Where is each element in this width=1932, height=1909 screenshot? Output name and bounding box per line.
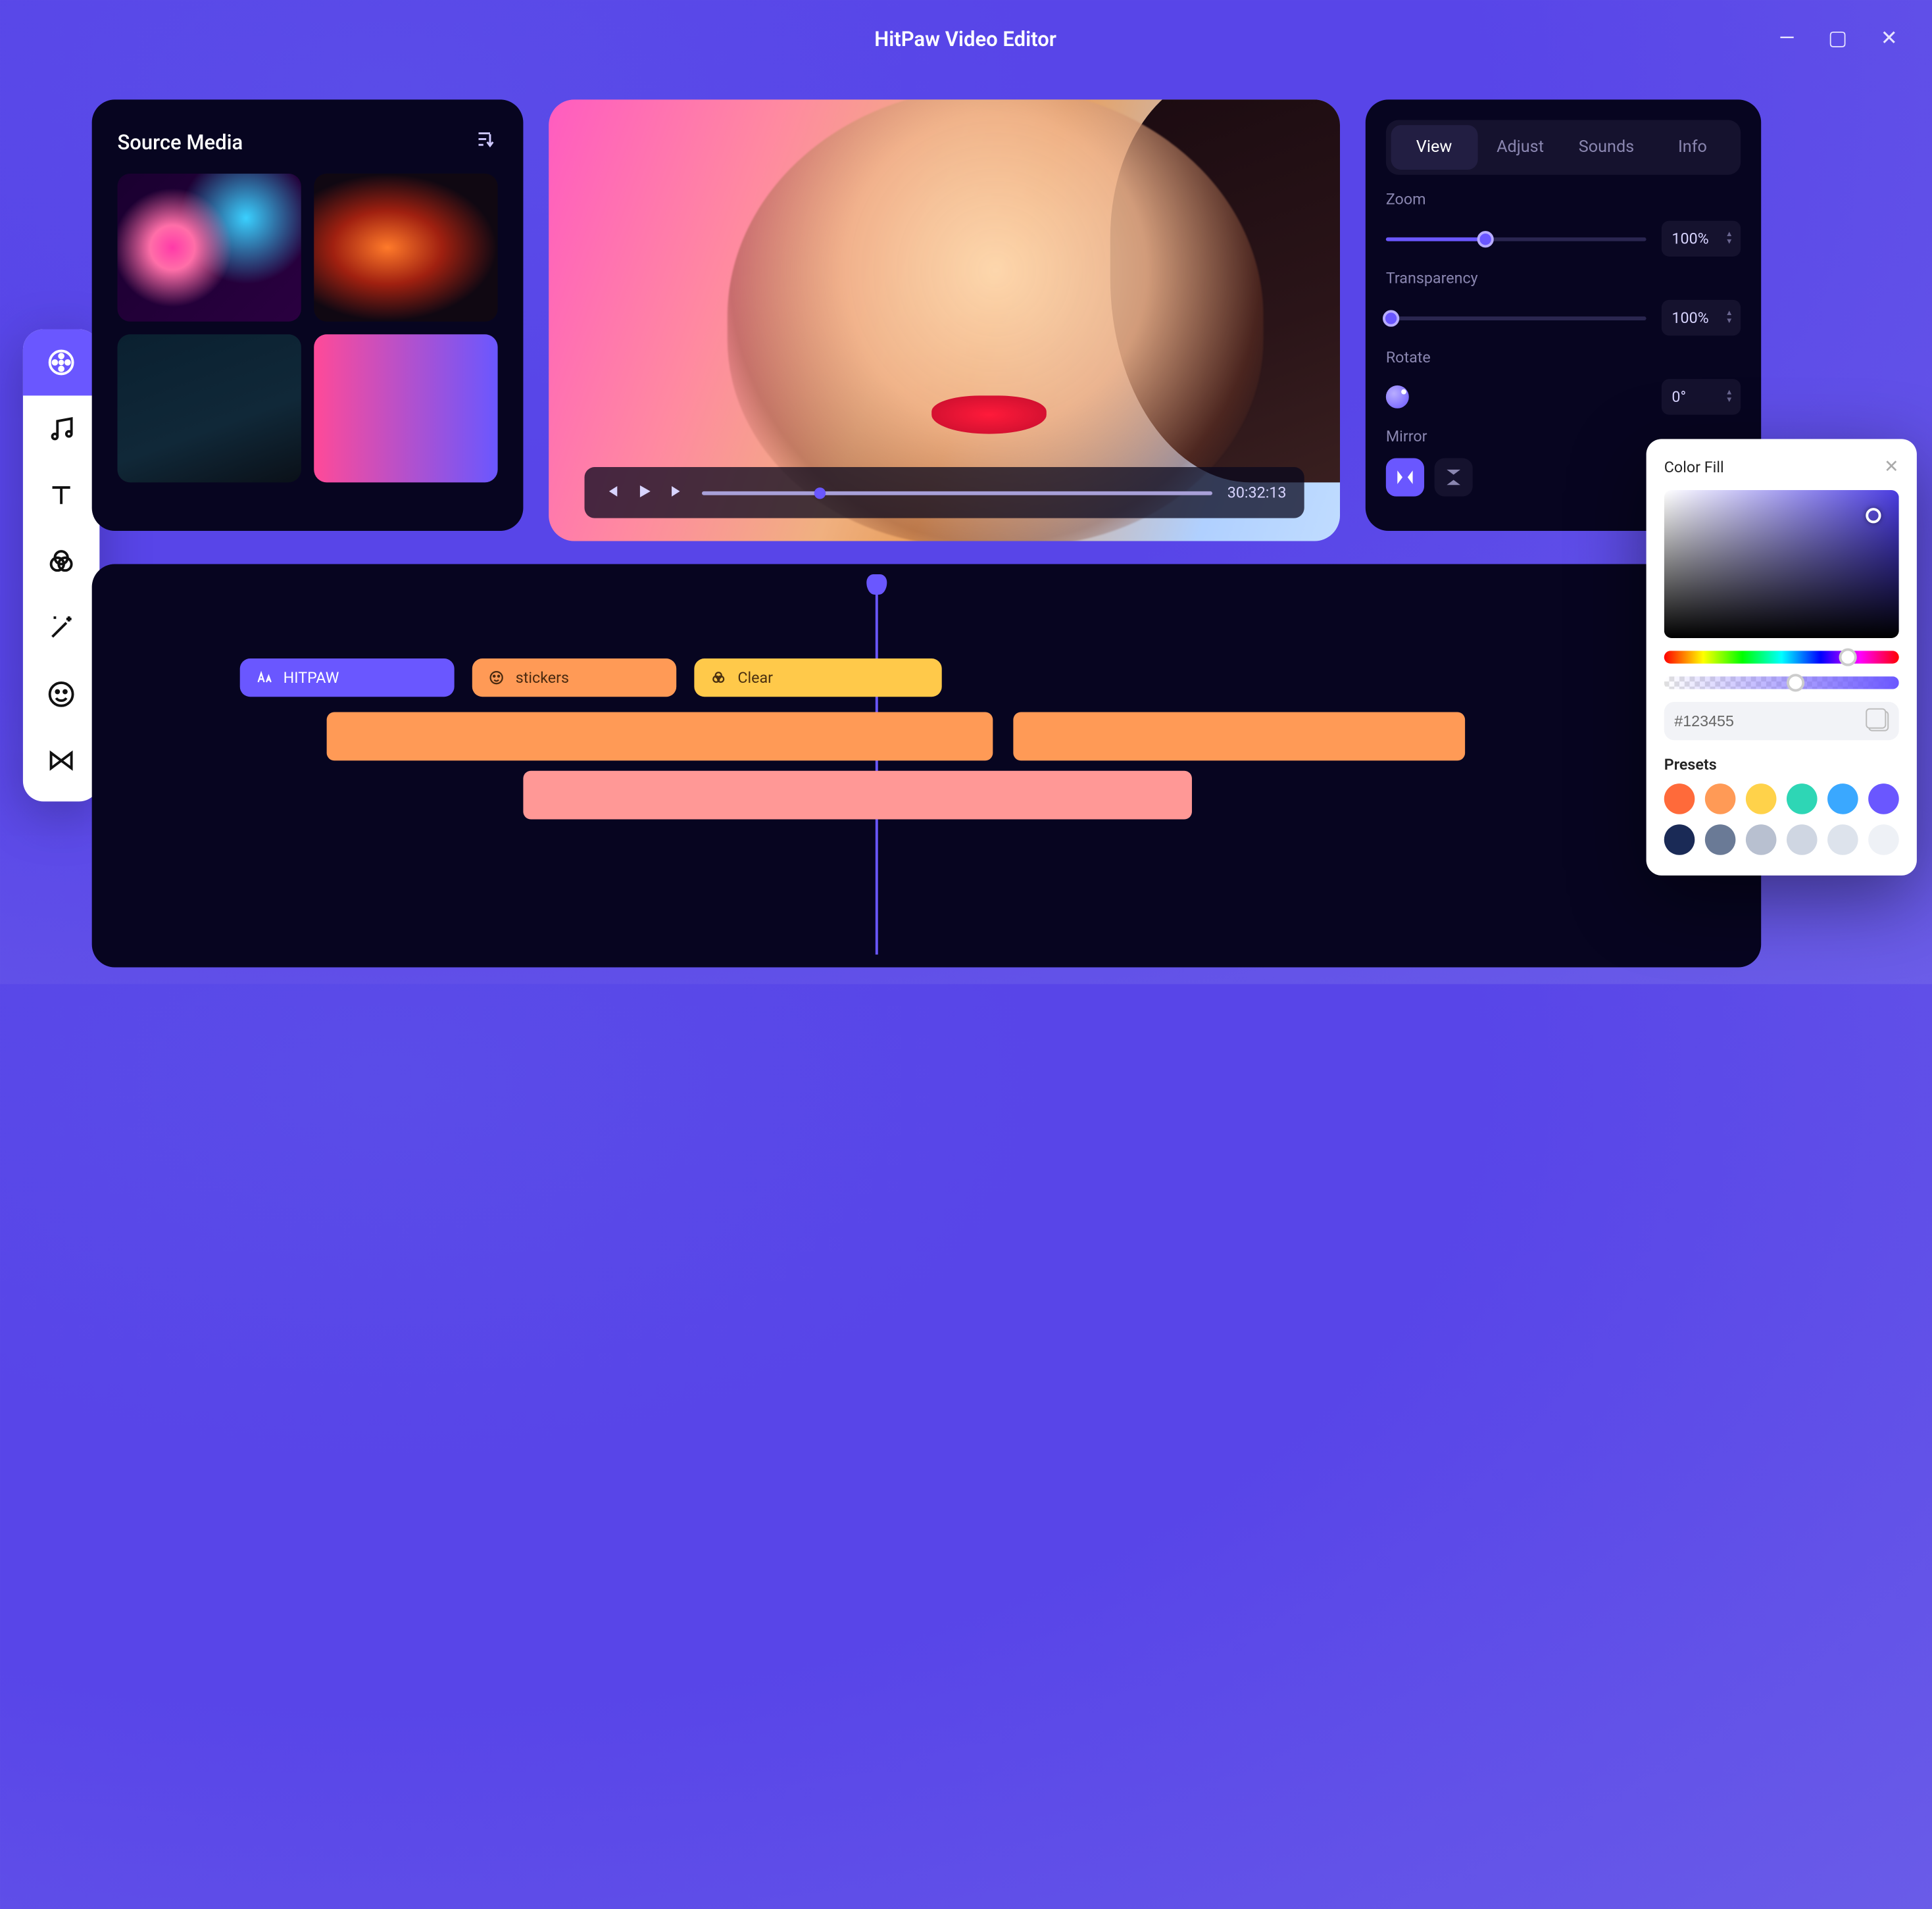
sidebar-stickers-button[interactable] <box>23 661 99 728</box>
zoom-label: Zoom <box>1386 190 1741 208</box>
sidebar-text-button[interactable] <box>23 462 99 528</box>
color-swatch[interactable] <box>1705 824 1736 855</box>
tab-info[interactable]: Info <box>1649 125 1735 170</box>
transition-icon <box>46 745 77 776</box>
film-reel-icon <box>46 347 77 378</box>
chevron-updown-icon: ▲▼ <box>1725 231 1733 246</box>
sidebar-effects-button[interactable] <box>23 528 99 595</box>
color-swatch[interactable] <box>1705 783 1736 814</box>
rotate-dial[interactable] <box>1386 385 1409 409</box>
source-heading: Source Media <box>117 130 243 154</box>
sidebar-media-button[interactable] <box>23 330 99 396</box>
source-media-panel: Source Media <box>92 99 524 531</box>
transparency-value: 100% <box>1672 309 1708 326</box>
color-swatch[interactable] <box>1787 824 1818 855</box>
hue-slider[interactable] <box>1664 651 1899 663</box>
alpha-slider[interactable] <box>1664 676 1899 689</box>
next-frame-button[interactable] <box>669 480 687 505</box>
transparency-value-stepper[interactable]: 100% ▲▼ <box>1662 300 1741 335</box>
smiley-icon <box>46 679 77 710</box>
rotate-label: Rotate <box>1386 349 1741 366</box>
color-swatch[interactable] <box>1746 783 1777 814</box>
music-note-icon <box>46 414 77 445</box>
timeline-clip[interactable] <box>1013 712 1465 761</box>
media-thumbnail[interactable] <box>117 334 301 482</box>
timeline-panel: HITPAW stickers Clear <box>92 564 1762 967</box>
media-thumbnail[interactable] <box>314 174 497 322</box>
preview-viewport: 30:32:13 <box>549 99 1340 541</box>
playback-slider[interactable] <box>702 491 1212 495</box>
color-swatch[interactable] <box>1868 783 1899 814</box>
mirror-horizontal-button[interactable] <box>1386 458 1424 496</box>
chip-label: stickers <box>516 669 569 687</box>
playback-time: 30:32:13 <box>1227 483 1287 501</box>
media-thumbnail[interactable] <box>117 174 301 322</box>
text-icon <box>46 480 77 510</box>
presets-label: Presets <box>1664 755 1899 773</box>
playhead[interactable] <box>876 577 878 954</box>
skip-forward-icon <box>669 482 687 499</box>
color-swatch[interactable] <box>1868 824 1899 855</box>
color-swatch[interactable] <box>1664 783 1695 814</box>
sort-icon <box>475 128 498 151</box>
mirror-vertical-icon <box>1443 467 1464 487</box>
transparency-label: Transparency <box>1386 269 1741 287</box>
color-swatch[interactable] <box>1664 824 1695 855</box>
timeline-chip-hitpaw[interactable]: HITPAW <box>240 658 455 697</box>
zoom-value-stepper[interactable]: 100% ▲▼ <box>1662 221 1741 257</box>
preview-image <box>931 395 1047 434</box>
color-swatch[interactable] <box>1827 783 1858 814</box>
sidebar-transitions-button[interactable] <box>23 728 99 794</box>
color-swatch[interactable] <box>1746 824 1777 855</box>
sidebar-magic-button[interactable] <box>23 595 99 661</box>
color-saturation-area[interactable] <box>1664 490 1899 638</box>
timeline-chip-clear[interactable]: Clear <box>694 658 941 697</box>
timeline-chip-stickers[interactable]: stickers <box>472 658 676 697</box>
playback-bar: 30:32:13 <box>585 467 1304 518</box>
magic-wand-icon <box>46 612 77 643</box>
zoom-slider[interactable] <box>1386 237 1647 241</box>
color-swatch[interactable] <box>1827 824 1858 855</box>
zoom-value: 100% <box>1672 230 1708 247</box>
mirror-vertical-button[interactable] <box>1435 458 1473 496</box>
media-thumbnail[interactable] <box>314 334 497 482</box>
timeline-clip[interactable] <box>327 712 993 761</box>
sidebar-audio-button[interactable] <box>23 395 99 462</box>
rotate-value: 0° <box>1672 388 1686 406</box>
play-icon <box>635 482 653 499</box>
transparency-slider[interactable] <box>1386 316 1647 320</box>
sort-button[interactable] <box>475 128 498 156</box>
overlap-circles-icon <box>710 669 728 687</box>
color-swatch[interactable] <box>1787 783 1818 814</box>
color-fill-close-button[interactable]: ✕ <box>1884 457 1899 478</box>
close-button[interactable]: ✕ <box>1881 26 1898 50</box>
text-aa-icon <box>255 669 273 687</box>
skip-back-icon <box>603 482 620 499</box>
chip-label: Clear <box>737 669 773 687</box>
properties-tabs: View Adjust Sounds Info <box>1386 120 1741 174</box>
smiley-icon <box>487 669 505 687</box>
tab-view[interactable]: View <box>1391 125 1477 170</box>
tab-adjust[interactable]: Adjust <box>1477 125 1564 170</box>
mirror-horizontal-icon <box>1395 467 1415 487</box>
overlap-circles-icon <box>46 546 77 577</box>
titlebar: HitPaw Video Editor — ▢ ✕ <box>0 0 1931 76</box>
hex-input[interactable] <box>1674 712 1802 730</box>
preset-swatches <box>1664 783 1899 855</box>
timeline-clip[interactable] <box>523 771 1192 820</box>
sidebar <box>23 330 99 802</box>
chevron-updown-icon: ▲▼ <box>1725 310 1733 325</box>
minimize-button[interactable]: — <box>1779 26 1795 50</box>
rotate-value-stepper[interactable]: 0° ▲▼ <box>1662 379 1741 414</box>
color-fill-title: Color Fill <box>1664 458 1724 476</box>
prev-frame-button[interactable] <box>603 480 620 505</box>
play-button[interactable] <box>635 480 653 505</box>
chevron-updown-icon: ▲▼ <box>1725 389 1733 405</box>
tab-sounds[interactable]: Sounds <box>1564 125 1650 170</box>
maximize-button[interactable]: ▢ <box>1828 26 1847 50</box>
app-title: HitPaw Video Editor <box>874 26 1056 51</box>
copy-hex-button[interactable] <box>1868 711 1889 731</box>
chip-label: HITPAW <box>284 669 339 687</box>
color-fill-popover: Color Fill ✕ Presets <box>1647 439 1917 875</box>
